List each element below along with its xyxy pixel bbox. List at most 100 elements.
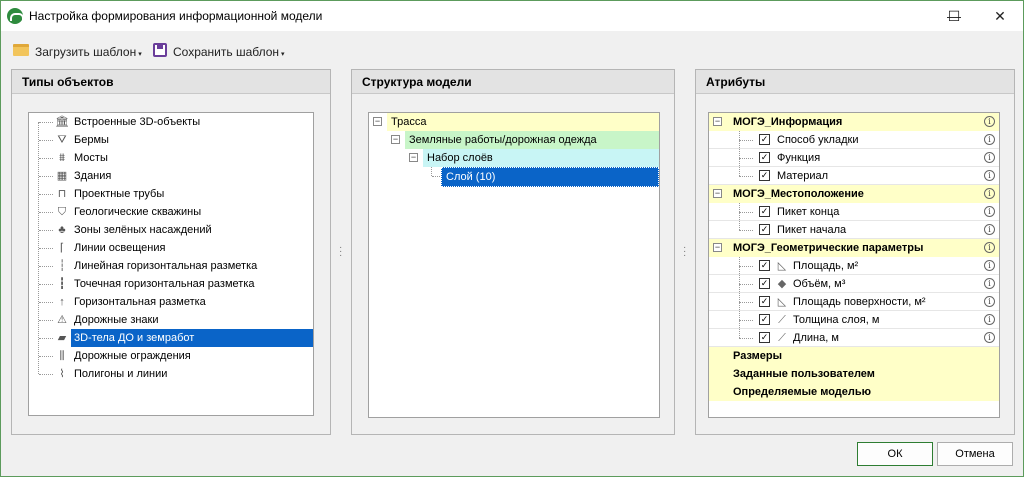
splitter-handle[interactable]: · · ·	[339, 243, 343, 261]
collapse-icon[interactable]: −	[409, 153, 418, 162]
attribute-checkbox[interactable]: ✓	[759, 314, 770, 325]
attribute-item[interactable]: ✓ Пикет начала i	[709, 221, 999, 239]
bridge-icon: ⩩	[59, 152, 65, 164]
info-icon[interactable]: i	[984, 224, 995, 235]
save-template-button[interactable]: Сохранить шаблон ▾	[173, 43, 285, 61]
attribute-item[interactable]: ✓ Способ укладки i	[709, 131, 999, 149]
attribute-item[interactable]: ✓ ⟋ Толщина слоя, м i	[709, 311, 999, 329]
attribute-item[interactable]: ✓ ⟋ Длина, м i	[709, 329, 999, 347]
tree-guide-line	[739, 131, 740, 176]
attribute-label: Способ укладки	[777, 134, 859, 146]
attribute-item[interactable]: ✓ ◺ Площадь поверхности, м² i	[709, 293, 999, 311]
attribute-group[interactable]: Определяемые моделью	[709, 383, 999, 401]
info-icon[interactable]: i	[984, 332, 995, 343]
attribute-group-label: Заданные пользователем	[733, 368, 875, 380]
object-type-label: Встроенные 3D-объекты	[74, 116, 201, 128]
ok-button[interactable]: ОК	[857, 442, 933, 466]
model-structure-tree[interactable]: − Трасса − Земляные работы/дорожная одежда −…	[368, 112, 660, 418]
attribute-checkbox[interactable]: ✓	[759, 224, 770, 235]
collapse-icon[interactable]: −	[391, 135, 400, 144]
load-template-button[interactable]: Загрузить шаблон ▾	[35, 43, 142, 61]
object-type-item[interactable]: ♣ Зоны зелёных насаждений	[29, 221, 313, 239]
model-node[interactable]: − Земляные работы/дорожная одежда	[387, 131, 659, 149]
object-type-item[interactable]: ▰ 3D-тела ДО и земработ	[29, 329, 313, 347]
tree-guide-line	[39, 140, 53, 141]
close-button[interactable]: ✕	[977, 1, 1023, 31]
collapse-icon[interactable]: −	[713, 243, 722, 252]
object-type-item[interactable]: ⛉ Геологические скважины	[29, 203, 313, 221]
tree-guide-line	[39, 320, 53, 321]
attributes-panel: Атрибуты − МОГЭ_Информация i ✓ Способ укладк…	[695, 69, 1015, 435]
diamond-icon: ⛉	[57, 206, 67, 218]
attribute-item[interactable]: ✓ Пикет конца i	[709, 203, 999, 221]
info-icon[interactable]: i	[984, 206, 995, 217]
attribute-checkbox[interactable]: ✓	[759, 134, 770, 145]
object-type-item[interactable]: ▦ Здания	[29, 167, 313, 185]
attribute-group[interactable]: − МОГЭ_Геометрические параметры i	[709, 239, 999, 257]
tree-guide-line	[739, 203, 740, 230]
attribute-item[interactable]: ✓ Функция i	[709, 149, 999, 167]
object-type-item[interactable]: ⚠ Дорожные знаки	[29, 311, 313, 329]
lamp-icon: ⌈	[59, 242, 65, 254]
cancel-button[interactable]: Отмена	[937, 442, 1013, 466]
info-icon[interactable]: i	[984, 134, 995, 145]
attribute-checkbox[interactable]: ✓	[759, 278, 770, 289]
attribute-item[interactable]: ✓ ◺ Площадь, м² i	[709, 257, 999, 275]
attribute-group[interactable]: − МОГЭ_Местоположение i	[709, 185, 999, 203]
attribute-checkbox[interactable]: ✓	[759, 206, 770, 217]
tree-guide-line	[739, 158, 753, 159]
object-type-item[interactable]: ⩩ Мосты	[29, 149, 313, 167]
object-type-item[interactable]: ⊓ Проектные трубы	[29, 185, 313, 203]
object-type-item[interactable]: ⌇ Полигоны и линии	[29, 365, 313, 383]
info-icon[interactable]: i	[984, 260, 995, 271]
title-bar[interactable]: Настройка формирования информационной мо…	[1, 1, 1023, 31]
tree-guide-line	[39, 374, 53, 375]
object-type-item[interactable]: ↑ Горизонтальная разметка	[29, 293, 313, 311]
attribute-checkbox[interactable]: ✓	[759, 152, 770, 163]
object-type-item[interactable]: ┆ Линейная горизонтальная разметка	[29, 257, 313, 275]
info-icon[interactable]: i	[984, 152, 995, 163]
attribute-group[interactable]: Размеры	[709, 347, 999, 365]
tree-icon: ♣	[58, 224, 66, 236]
attribute-group[interactable]: − МОГЭ_Информация i	[709, 113, 999, 131]
attribute-item[interactable]: ✓ Материал i	[709, 167, 999, 185]
info-icon[interactable]: i	[984, 314, 995, 325]
attribute-checkbox[interactable]: ✓	[759, 260, 770, 271]
object-type-item[interactable]: 🏛 Встроенные 3D-объекты	[29, 113, 313, 131]
info-icon[interactable]: i	[984, 242, 995, 253]
tree-guide-line	[432, 176, 440, 177]
object-types-tree[interactable]: 🏛 Встроенные 3D-объекты ⛛ Бермы ⩩ Мосты ▦ Здани…	[28, 112, 314, 416]
building-icon: ▦	[56, 170, 68, 182]
attribute-checkbox[interactable]: ✓	[759, 170, 770, 181]
attributes-tree[interactable]: − МОГЭ_Информация i ✓ Способ укладки i ✓ Функци…	[708, 112, 1000, 418]
splitter-handle[interactable]: · · ·	[683, 243, 687, 261]
info-icon[interactable]: i	[984, 296, 995, 307]
attribute-item[interactable]: ✓ ◆ Объём, м³ i	[709, 275, 999, 293]
info-icon[interactable]: i	[984, 170, 995, 181]
attribute-label: Объём, м³	[793, 278, 846, 290]
attribute-checkbox[interactable]: ✓	[759, 332, 770, 343]
object-type-item[interactable]: ⛛ Бермы	[29, 131, 313, 149]
info-icon[interactable]: i	[984, 278, 995, 289]
model-node[interactable]: − Набор слоёв	[405, 149, 659, 167]
attribute-group[interactable]: Заданные пользователем	[709, 365, 999, 383]
attribute-label: Функция	[777, 152, 821, 164]
object-types-header: Типы объектов	[12, 70, 330, 94]
collapse-icon[interactable]: −	[713, 117, 722, 126]
info-icon[interactable]: i	[984, 116, 995, 127]
collapse-icon[interactable]: −	[713, 189, 722, 198]
attribute-checkbox[interactable]: ✓	[759, 296, 770, 307]
collapse-icon[interactable]: −	[373, 117, 382, 126]
maximize-button[interactable]: ☐	[931, 1, 977, 31]
model-node[interactable]: − Трасса	[369, 113, 659, 131]
object-type-item[interactable]: ┇ Точечная горизонтальная разметка	[29, 275, 313, 293]
object-type-label: Точечная горизонтальная разметка	[74, 278, 255, 290]
object-type-item[interactable]: ⫼ Дорожные ограждения	[29, 347, 313, 365]
model-node[interactable]: Слой (10)	[423, 167, 659, 187]
attribute-label: Длина, м	[793, 332, 839, 344]
object-type-item[interactable]: ⌈ Линии освещения	[29, 239, 313, 257]
info-icon[interactable]: i	[984, 188, 995, 199]
attribute-group-label: Размеры	[733, 350, 783, 362]
tree-guide-line	[739, 176, 753, 177]
column-icon: 🏛	[55, 116, 69, 128]
